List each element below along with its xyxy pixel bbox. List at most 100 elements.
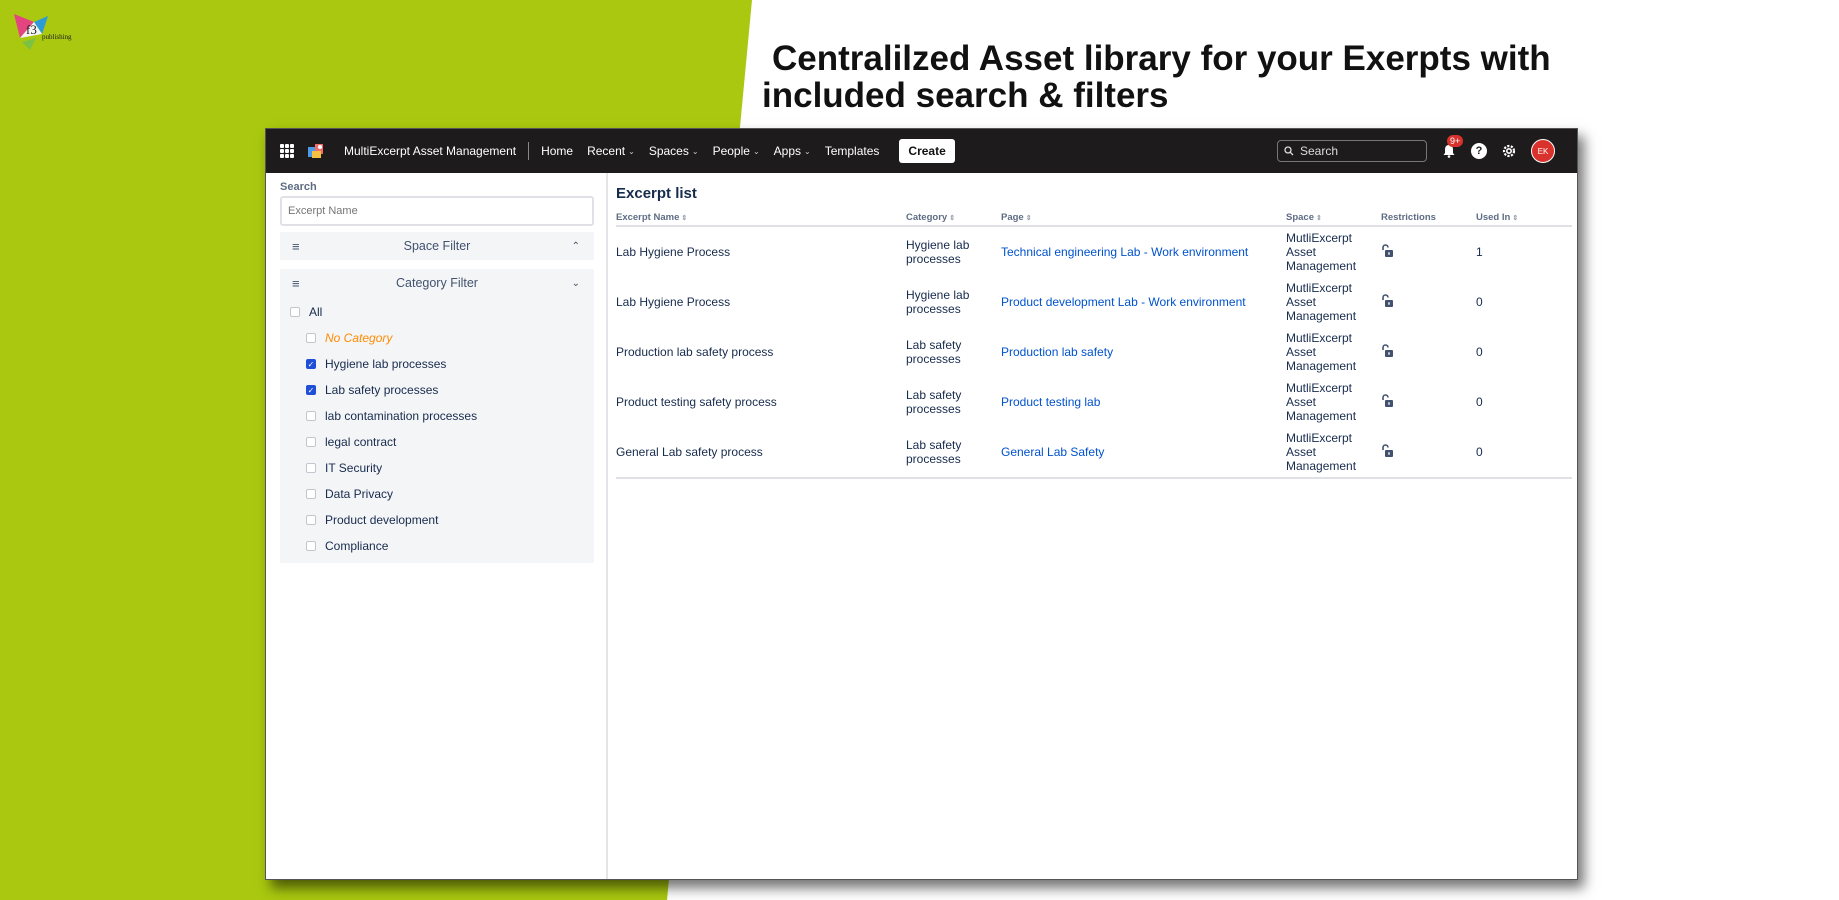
page-link[interactable]: Product development Lab - Work environme… xyxy=(1001,295,1246,309)
space-line: Asset xyxy=(1286,445,1317,459)
help-icon[interactable]: ? xyxy=(1471,143,1487,159)
category-label: All xyxy=(309,305,323,319)
nav-label: Recent xyxy=(587,144,626,158)
column-label: Space xyxy=(1286,211,1314,223)
checkbox[interactable] xyxy=(290,307,300,317)
category-item-data-privacy[interactable]: Data Privacy xyxy=(280,481,594,507)
category-line: Lab safety xyxy=(906,388,962,402)
column-header-page[interactable]: Page ⇕ xyxy=(1001,209,1286,227)
checkbox[interactable] xyxy=(306,437,316,447)
topbar-right-group: Search 9+ ? EK xyxy=(1277,129,1555,173)
page-link[interactable]: Technical engineering Lab - Work environ… xyxy=(1001,245,1248,259)
page-title: Excerpt list xyxy=(616,185,697,202)
unlocked-icon[interactable] xyxy=(1381,393,1395,408)
page-link[interactable]: Product testing lab xyxy=(1001,395,1100,409)
nav-templates[interactable]: Templates xyxy=(825,144,880,158)
nav-label: Apps xyxy=(773,144,801,158)
category-item-hygiene-lab-processes[interactable]: ✓ Hygiene lab processes xyxy=(280,351,594,377)
excerpt-name-cell: Product testing safety process xyxy=(616,395,777,409)
create-button[interactable]: Create xyxy=(899,139,955,163)
excerpt-name-search-input[interactable] xyxy=(280,196,594,226)
unlocked-icon[interactable] xyxy=(1381,443,1395,458)
user-avatar[interactable]: EK xyxy=(1531,139,1555,163)
excerpt-name-cell: Production lab safety process xyxy=(616,345,774,359)
category-line: processes xyxy=(906,402,961,416)
column-header-used-in[interactable]: Used In ⇕ xyxy=(1476,209,1572,227)
nav-spaces[interactable]: Spaces ⌄ xyxy=(649,144,699,158)
column-header-category[interactable]: Category ⇕ xyxy=(906,209,1001,227)
chevron-down-icon: ⌄ xyxy=(628,146,635,156)
category-item-all[interactable]: All xyxy=(280,299,594,325)
excerpt-name-cell: General Lab safety process xyxy=(616,427,906,479)
excerpt-table: Excerpt Name ⇕ Category ⇕ Page ⇕ Space ⇕ Res… xyxy=(616,209,1572,479)
space-line: Asset xyxy=(1286,395,1317,409)
checkbox[interactable] xyxy=(306,515,316,525)
global-search-input[interactable]: Search xyxy=(1277,140,1427,162)
app-name[interactable]: MultiExcerpt Asset Management xyxy=(344,144,516,158)
used-in-cell: 0 xyxy=(1476,395,1483,409)
table-row: Product testing safety process Lab safet… xyxy=(616,377,1572,427)
app-switcher-icon[interactable] xyxy=(280,144,294,158)
category-filter-header[interactable]: ≡ Category Filter ⌄ xyxy=(280,269,594,297)
used-in-cell: 0 xyxy=(1476,295,1483,309)
checkbox[interactable] xyxy=(306,333,316,343)
nav-people[interactable]: People ⌄ xyxy=(713,144,760,158)
column-header-excerpt-name[interactable]: Excerpt Name ⇕ xyxy=(616,209,906,227)
checkbox[interactable] xyxy=(306,411,316,421)
category-filter-panel: ≡ Category Filter ⌄ All No Category ✓ Hyg… xyxy=(280,269,594,563)
checkbox[interactable] xyxy=(306,489,316,499)
unlocked-icon[interactable] xyxy=(1381,343,1395,358)
nav-home[interactable]: Home xyxy=(541,144,573,158)
checkbox-checked[interactable]: ✓ xyxy=(306,359,316,369)
page-link[interactable]: General Lab Safety xyxy=(1001,445,1104,459)
space-filter-header[interactable]: ≡ Space Filter ⌃ xyxy=(280,232,594,260)
space-cell: MutliExcerpt Asset Management xyxy=(1286,226,1381,277)
space-line: Asset xyxy=(1286,345,1317,359)
category-line: processes xyxy=(906,352,961,366)
space-line: MutliExcerpt xyxy=(1286,281,1353,295)
category-label: Compliance xyxy=(325,539,389,553)
used-in-cell: 1 xyxy=(1476,245,1483,259)
space-line: Management xyxy=(1286,359,1357,373)
column-label: Restrictions xyxy=(1381,211,1436,223)
menu-icon: ≡ xyxy=(292,238,300,254)
used-in-cell: 0 xyxy=(1476,345,1483,359)
category-item-no-category[interactable]: No Category xyxy=(280,325,594,351)
space-cell: MutliExcerpt Asset Management xyxy=(1286,277,1381,327)
category-item-legal-contract[interactable]: legal contract xyxy=(280,429,594,455)
top-navigation-bar: MultiExcerpt Asset Management Home Recen… xyxy=(266,129,1577,173)
unlocked-icon[interactable] xyxy=(1381,243,1395,258)
column-label: Category xyxy=(906,211,948,223)
category-item-product-development[interactable]: Product development xyxy=(280,507,594,533)
chevron-up-icon: ⌃ xyxy=(571,240,580,252)
category-item-lab-safety-processes[interactable]: ✓ Lab safety processes xyxy=(280,377,594,403)
checkbox-checked[interactable]: ✓ xyxy=(306,385,316,395)
category-line: Hygiene lab xyxy=(906,238,970,252)
category-item-lab-contamination[interactable]: lab contamination processes xyxy=(280,403,594,429)
unlocked-icon[interactable] xyxy=(1381,293,1395,308)
excerpt-name-cell: Lab Hygiene Process xyxy=(616,295,731,309)
main-nav: Home Recent ⌄ Spaces ⌄ People ⌄ Apps ⌄ Templ… xyxy=(541,144,879,158)
excerpt-list-panel: Excerpt list Excerpt Name ⇕ Category ⇕ Pag… xyxy=(608,173,1577,879)
category-item-it-security[interactable]: IT Security xyxy=(280,455,594,481)
column-label: Page xyxy=(1001,211,1024,223)
space-line: Management xyxy=(1286,259,1357,273)
gear-icon[interactable] xyxy=(1501,143,1517,159)
nav-label: People xyxy=(712,144,750,158)
checkbox[interactable] xyxy=(306,463,316,473)
headline-line-1: Centralilzed Asset library for your Exer… xyxy=(772,39,1551,78)
used-in-cell: 0 xyxy=(1476,427,1572,479)
app-logo-icon[interactable] xyxy=(306,141,326,161)
space-line: MutliExcerpt xyxy=(1286,231,1353,245)
page-link[interactable]: Production lab safety xyxy=(1001,345,1113,359)
restrictions-cell xyxy=(1381,427,1476,479)
nav-recent[interactable]: Recent ⌄ xyxy=(587,144,635,158)
checkbox[interactable] xyxy=(306,541,316,551)
page-cell: Product testing lab xyxy=(1001,377,1286,427)
column-header-space[interactable]: Space ⇕ xyxy=(1286,209,1381,227)
category-item-compliance[interactable]: Compliance xyxy=(280,533,594,559)
category-label: Data Privacy xyxy=(325,487,394,501)
search-icon xyxy=(1284,146,1294,156)
notifications-button[interactable]: 9+ xyxy=(1441,135,1464,159)
nav-apps[interactable]: Apps ⌄ xyxy=(774,144,811,158)
